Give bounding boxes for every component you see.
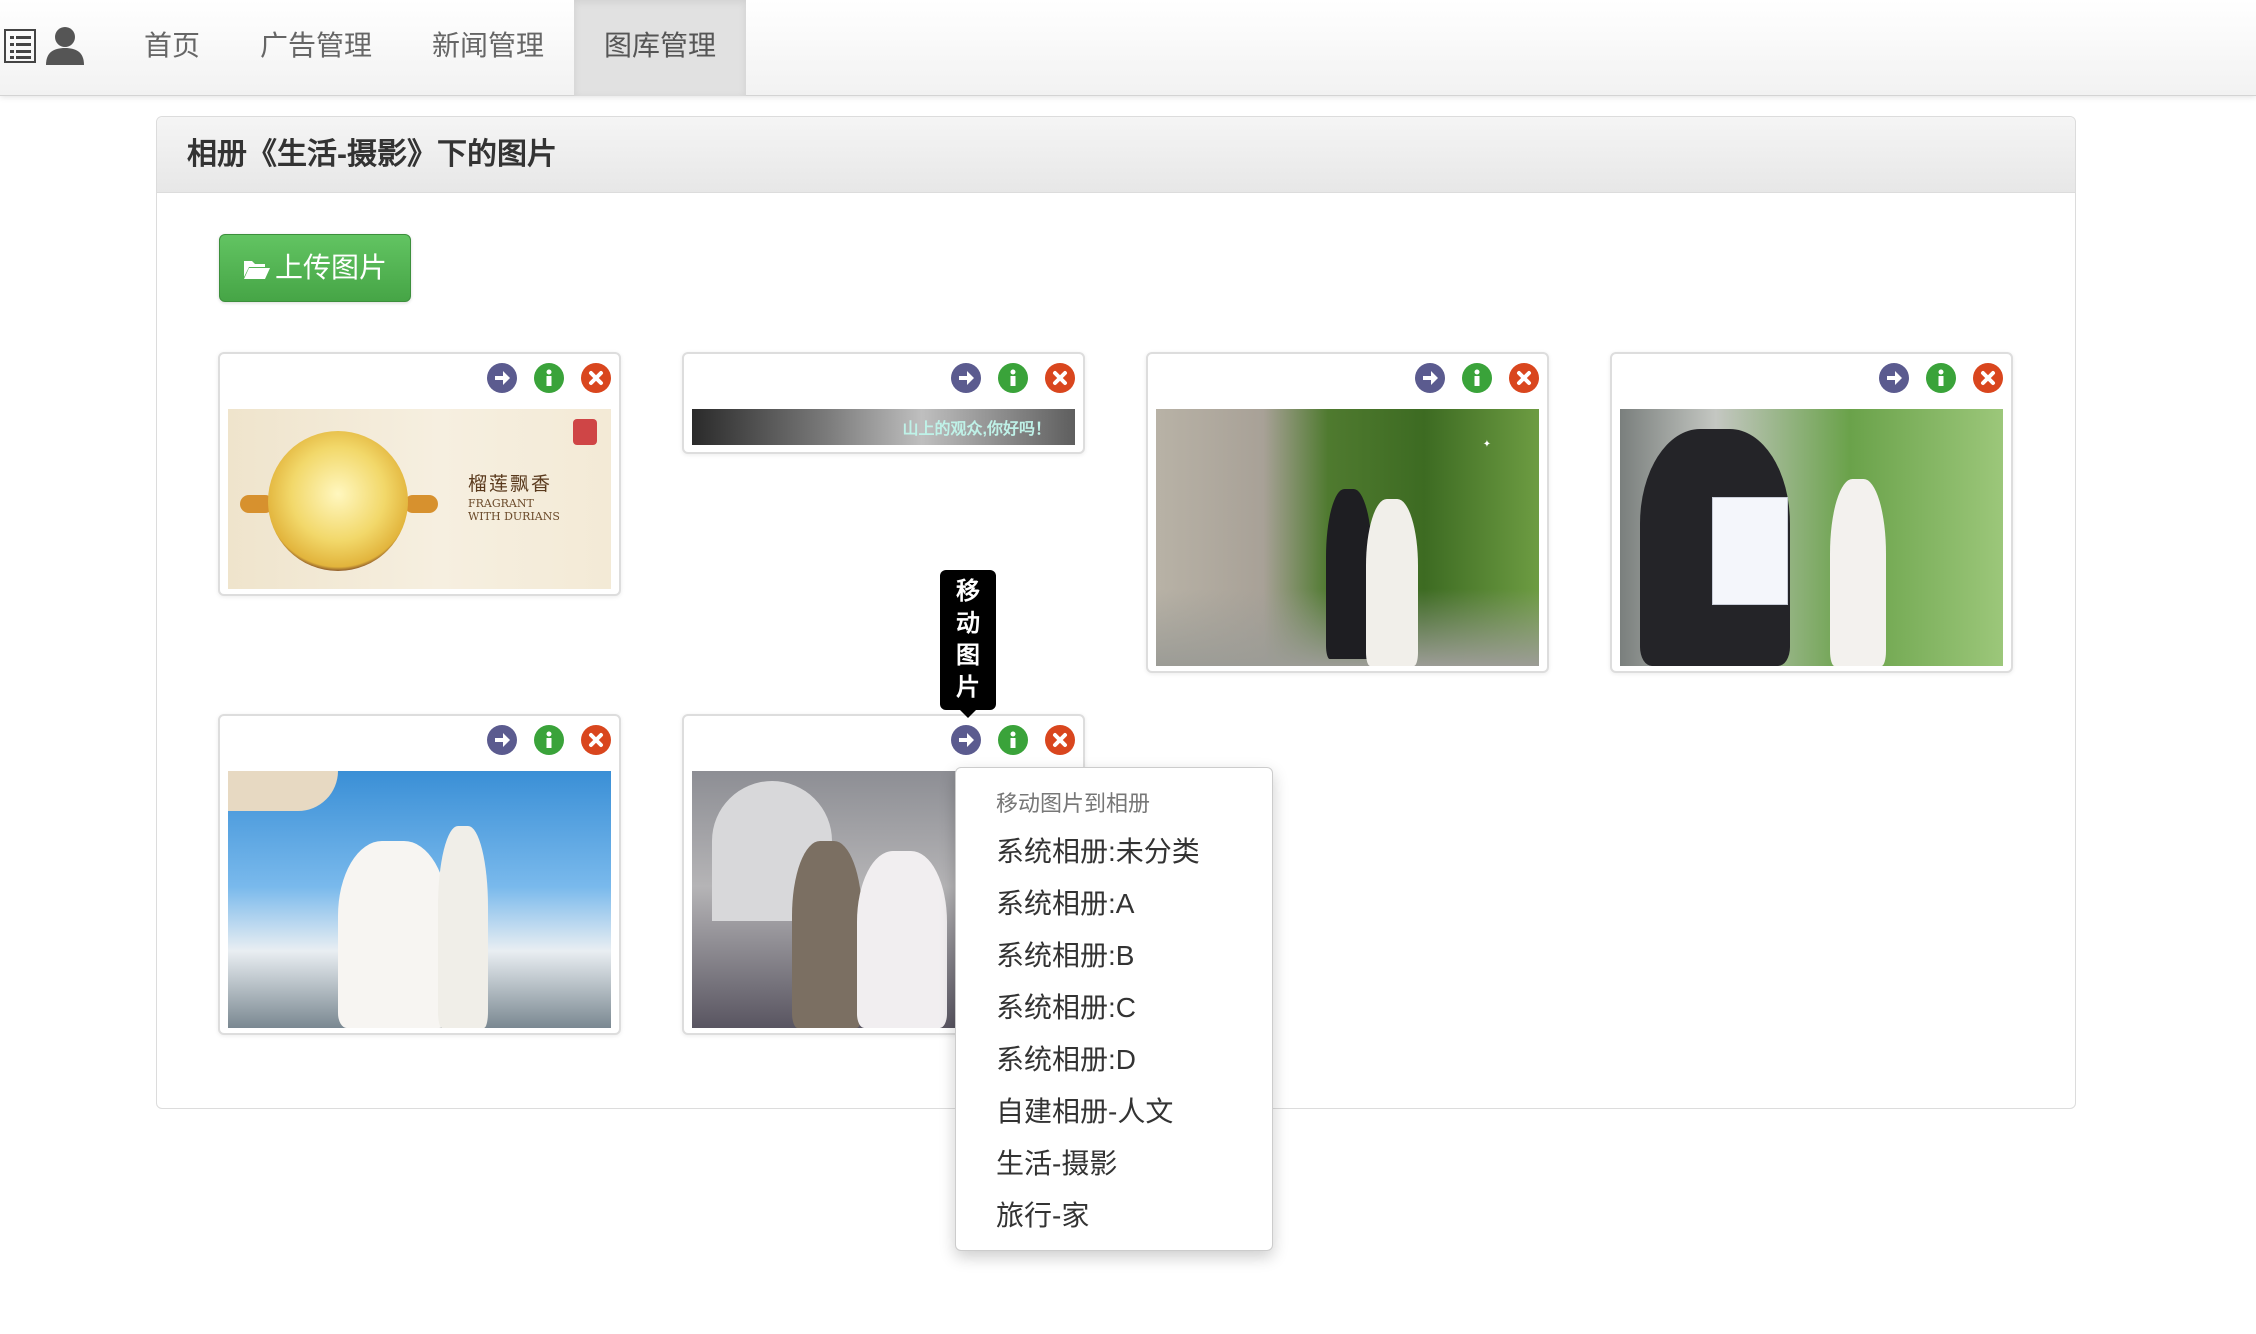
arrow-right-icon — [959, 371, 974, 385]
move-photo-button[interactable] — [487, 363, 517, 393]
close-icon — [589, 733, 603, 747]
arrow-right-icon — [959, 733, 974, 747]
nav-home[interactable]: 首页 — [128, 0, 216, 96]
move-photo-button[interactable] — [487, 725, 517, 755]
delete-photo-button[interactable] — [1045, 363, 1075, 393]
move-to-album-dropdown: 移动图片到相册 系统相册:未分类 系统相册:A 系统相册:B 系统相册:C 系统… — [955, 767, 1273, 1251]
move-photo-button[interactable] — [1415, 363, 1445, 393]
tooltip-char: 移 — [956, 578, 980, 605]
info-icon — [546, 369, 552, 386]
groom-figure — [438, 826, 488, 1028]
photo-card: ✦ — [1146, 352, 1549, 673]
bowl-handle — [404, 495, 438, 513]
photo-wedding-house[interactable]: ✦ — [1156, 409, 1539, 666]
arrow-right-icon — [495, 733, 510, 747]
delete-photo-button[interactable] — [581, 725, 611, 755]
top-navbar: 首页 广告管理 新闻管理 图库管理 — [0, 0, 2256, 96]
album-option-uncategorized[interactable]: 系统相册:未分类 — [956, 828, 1272, 876]
move-photo-button[interactable] — [1879, 363, 1909, 393]
photo-info-button[interactable] — [998, 363, 1028, 393]
upload-photo-label: 上传图片 — [274, 252, 387, 283]
dropdown-header: 移动图片到相册 — [996, 791, 1151, 816]
album-option-c[interactable]: 系统相册:C — [956, 984, 1272, 1032]
tooltip-char: 片 — [956, 674, 980, 701]
bride-figure — [1830, 479, 1886, 666]
photo-durian-soup[interactable]: 榴莲飘香 FRAGRANT WITH DURIANS — [228, 409, 611, 589]
upload-photo-button[interactable]: 上传图片 — [219, 234, 411, 302]
love-card — [1712, 497, 1788, 605]
umbrella — [228, 771, 338, 811]
move-photo-tooltip: 移 动 图 片 — [940, 570, 996, 710]
user-icon[interactable] — [44, 24, 86, 66]
photo-card: 山上的观众,你好吗！ — [682, 352, 1085, 454]
arrow-right-icon — [1887, 371, 1902, 385]
bride-figure — [857, 851, 947, 1028]
album-option-travel-home[interactable]: 旅行-家 — [956, 1192, 1272, 1240]
nav-gallery-management[interactable]: 图库管理 — [574, 0, 746, 96]
list-icon[interactable] — [4, 26, 38, 66]
close-icon — [1053, 371, 1067, 385]
move-photo-button[interactable] — [951, 363, 981, 393]
close-icon — [1053, 733, 1067, 747]
photo-wedding-love-card[interactable] — [1620, 409, 2003, 666]
folder-open-icon — [243, 261, 270, 279]
photo-wedding-beach[interactable] — [228, 771, 611, 1028]
tooltip-char: 动 — [956, 610, 980, 637]
delete-photo-button[interactable] — [1509, 363, 1539, 393]
arrow-right-icon — [1423, 371, 1438, 385]
photo-info-button[interactable] — [998, 725, 1028, 755]
delete-photo-button[interactable] — [1045, 725, 1075, 755]
info-icon — [1938, 369, 1944, 386]
photo-banner[interactable]: 山上的观众,你好吗！ — [692, 409, 1075, 445]
close-icon — [1981, 371, 1995, 385]
photo-info-button[interactable] — [534, 725, 564, 755]
arrow-right-icon — [495, 371, 510, 385]
tooltip-arrow — [960, 710, 976, 718]
groom-figure — [792, 841, 862, 1028]
delete-photo-button[interactable] — [1973, 363, 2003, 393]
photo-card — [1610, 352, 2013, 673]
album-option-d[interactable]: 系统相册:D — [956, 1036, 1272, 1084]
photo-caption-en-line: FRAGRANT — [468, 497, 534, 510]
close-icon — [1517, 371, 1531, 385]
tooltip-char: 图 — [956, 642, 980, 669]
album-option-b[interactable]: 系统相册:B — [956, 932, 1272, 980]
close-icon — [589, 371, 603, 385]
info-icon — [546, 731, 552, 748]
bride-figure — [338, 841, 448, 1028]
banner-text: 山上的观众,你好吗！ — [902, 421, 1051, 438]
info-icon — [1474, 369, 1480, 386]
album-option-a[interactable]: 系统相册:A — [956, 880, 1272, 928]
soup-bowl — [268, 431, 408, 571]
photo-caption-en: FRAGRANT WITH DURIANS — [468, 497, 560, 523]
delete-photo-button[interactable] — [581, 363, 611, 393]
photo-info-button[interactable] — [1926, 363, 1956, 393]
album-option-humanities[interactable]: 自建相册-人文 — [956, 1088, 1272, 1136]
studio-logo: ✦ — [1482, 439, 1492, 450]
photo-info-button[interactable] — [534, 363, 564, 393]
photo-caption-en-line: WITH DURIANS — [468, 510, 560, 523]
photo-card: 榴莲飘香 FRAGRANT WITH DURIANS — [218, 352, 621, 596]
photo-info-button[interactable] — [1462, 363, 1492, 393]
photo-caption-cn: 榴莲飘香 — [468, 473, 553, 495]
info-icon — [1010, 369, 1016, 386]
move-photo-button[interactable] — [951, 725, 981, 755]
nav-news-management[interactable]: 新闻管理 — [418, 0, 558, 96]
album-option-life-photography[interactable]: 生活-摄影 — [956, 1140, 1272, 1188]
panel-title: 相册《生活-摄影》下的图片 — [157, 117, 2075, 193]
info-icon — [1010, 731, 1016, 748]
red-seal-logo — [573, 419, 597, 445]
bride-figure — [1366, 499, 1418, 666]
photo-card — [218, 714, 621, 1035]
nav-ad-management[interactable]: 广告管理 — [246, 0, 386, 96]
